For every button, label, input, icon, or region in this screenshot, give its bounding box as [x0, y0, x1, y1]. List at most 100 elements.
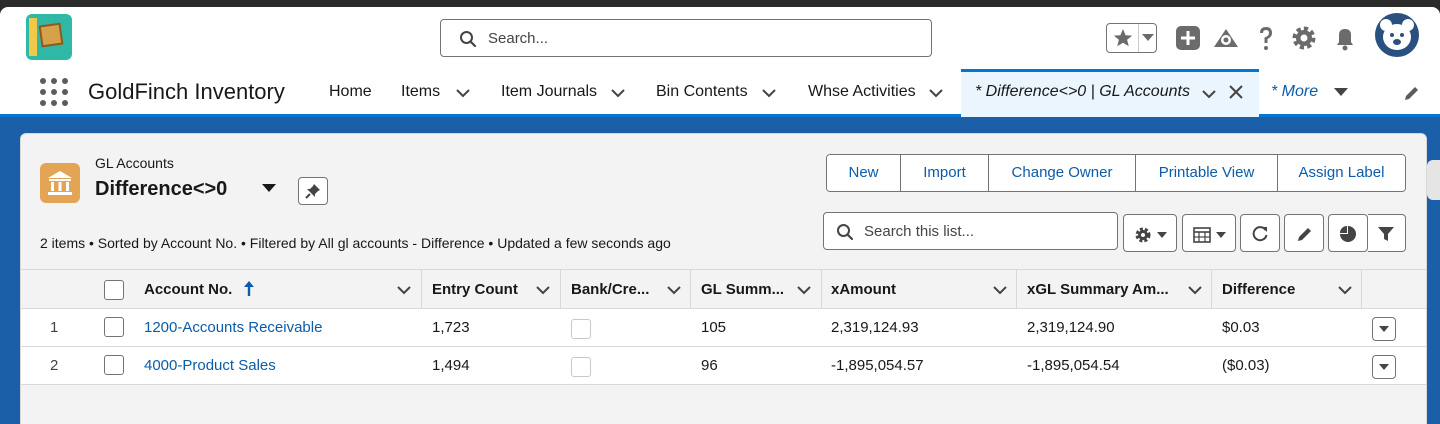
chevron-down-icon[interactable] [1188, 285, 1202, 295]
chevron-down-icon[interactable] [762, 88, 776, 98]
nav-more-menu[interactable]: * More [1271, 83, 1318, 101]
entry-count-cell: 1,723 [432, 319, 470, 336]
pin-list-button[interactable] [298, 177, 328, 205]
column-header-account-no[interactable]: Account No. [144, 270, 232, 310]
column-header-difference[interactable]: Difference [1222, 270, 1295, 310]
row-actions-button[interactable] [1372, 317, 1396, 341]
nav-item-items[interactable]: Items [401, 83, 440, 101]
notifications-bell-icon[interactable] [1330, 23, 1360, 53]
refresh-icon [1252, 226, 1268, 242]
account-link[interactable]: 1200-Accounts Receivable [144, 309, 322, 347]
list-action-buttons: New Import Change Owner Printable View A… [826, 154, 1406, 192]
row-select-checkbox[interactable] [104, 317, 124, 337]
app-navigation-bar: GoldFinch Inventory Home Items Item Jour… [0, 69, 1440, 117]
column-header-entry-count[interactable]: Entry Count [432, 270, 518, 310]
app-logo[interactable] [26, 14, 72, 60]
caret-down-icon [1379, 364, 1389, 370]
display-as-button[interactable] [1182, 214, 1236, 252]
favorites-button[interactable] [1106, 23, 1157, 53]
sort-ascending-arrow-icon[interactable] [244, 281, 254, 297]
chevron-down-icon[interactable] [1202, 89, 1216, 99]
chevron-down-icon[interactable] [611, 88, 625, 98]
tab-difference-gl-accounts[interactable]: * Difference<>0 | GL Accounts [961, 69, 1259, 117]
entry-count-cell: 1,494 [432, 357, 470, 374]
edit-nav-pencil-icon[interactable] [1403, 84, 1421, 102]
difference-cell: ($0.03) [1222, 357, 1270, 374]
search-list-placeholder: Search this list... [864, 223, 975, 240]
row-number: 2 [50, 357, 59, 374]
nav-item-bin-contents[interactable]: Bin Contents [656, 83, 748, 101]
difference-cell: $0.03 [1222, 319, 1260, 336]
chevron-down-icon[interactable] [397, 285, 411, 295]
printable-view-button[interactable]: Printable View [1135, 155, 1277, 191]
help-icon[interactable] [1251, 23, 1281, 53]
table-icon [1193, 227, 1211, 243]
row-select-checkbox[interactable] [104, 355, 124, 375]
user-avatar[interactable] [1375, 13, 1419, 57]
chevron-down-icon[interactable] [1338, 285, 1352, 295]
empty-list-area [21, 385, 1426, 424]
chevron-down-icon[interactable] [993, 285, 1007, 295]
gear-icon [1135, 227, 1151, 243]
gl-summ-cell: 105 [701, 319, 727, 336]
gl-summ-cell: 96 [701, 357, 718, 374]
chevron-down-icon[interactable] [667, 285, 681, 295]
add-icon[interactable] [1173, 23, 1203, 53]
column-header-gl-summ[interactable]: GL Summ... [701, 270, 784, 310]
search-placeholder: Search... [488, 30, 549, 47]
chevron-down-icon[interactable] [536, 285, 550, 295]
list-view-picker-caret-icon[interactable] [262, 184, 276, 193]
close-icon[interactable] [1229, 85, 1243, 99]
window-top-strip [0, 0, 1440, 7]
import-button[interactable]: Import [900, 155, 988, 191]
xamount-cell: -1,895,054.57 [831, 357, 924, 374]
trailhead-icon[interactable] [1211, 23, 1241, 53]
column-header-bank-cre[interactable]: Bank/Cre... [571, 270, 649, 310]
favorites-menu-chevron-icon[interactable] [1142, 34, 1154, 42]
filter-icon [1378, 227, 1394, 241]
table-row: 1 1200-Accounts Receivable 1,723 105 2,3… [21, 309, 1426, 347]
list-view-meta: 2 items • Sorted by Account No. • Filter… [40, 235, 671, 251]
change-owner-button[interactable]: Change Owner [988, 155, 1135, 191]
app-launcher-icon[interactable] [40, 78, 68, 106]
app-name: GoldFinch Inventory [88, 79, 285, 104]
assign-label-button[interactable]: Assign Label [1277, 155, 1405, 191]
nav-item-whse-activities[interactable]: Whse Activities [808, 83, 916, 101]
inline-edit-button[interactable] [1284, 214, 1324, 252]
global-search-input[interactable]: Search... [440, 19, 932, 57]
xgl-summary-cell: 2,319,124.90 [1027, 319, 1115, 336]
side-panel-toggle[interactable] [1427, 160, 1440, 200]
chevron-down-icon[interactable] [456, 88, 470, 98]
table-row: 2 4000-Product Sales 1,494 96 -1,895,054… [21, 347, 1426, 385]
xamount-cell: 2,319,124.93 [831, 319, 919, 336]
active-tab-label: * Difference<>0 | GL Accounts [975, 83, 1190, 100]
nav-item-home[interactable]: Home [329, 83, 372, 101]
caret-down-icon [1379, 326, 1389, 332]
list-view-controls-button[interactable] [1123, 214, 1177, 252]
nav-item-item-journals[interactable]: Item Journals [501, 83, 597, 101]
object-label: GL Accounts [95, 155, 174, 171]
row-number: 1 [50, 319, 59, 336]
pin-icon [305, 184, 320, 199]
account-link[interactable]: 4000-Product Sales [144, 347, 276, 385]
caret-down-icon[interactable] [1334, 88, 1348, 97]
setup-gear-icon[interactable] [1289, 23, 1319, 53]
select-all-checkbox[interactable] [104, 280, 124, 300]
caret-down-icon [1157, 232, 1167, 238]
chevron-down-icon[interactable] [929, 88, 943, 98]
new-button[interactable]: New [827, 155, 900, 191]
pencil-icon [1298, 228, 1311, 241]
bank-checkbox [571, 319, 591, 339]
filters-button[interactable] [1368, 214, 1406, 252]
list-view-title[interactable]: Difference<>0 [95, 178, 227, 201]
bank-checkbox [571, 357, 591, 377]
pie-chart-icon [1340, 226, 1356, 242]
charts-button[interactable] [1328, 214, 1368, 252]
search-list-input[interactable]: Search this list... [823, 212, 1118, 250]
row-actions-button[interactable] [1372, 355, 1396, 379]
refresh-button[interactable] [1240, 214, 1280, 252]
chevron-down-icon[interactable] [797, 285, 811, 295]
favorites-star-icon [1113, 29, 1133, 47]
column-header-xgl-summary-amount[interactable]: xGL Summary Am... [1027, 270, 1169, 310]
column-header-xamount[interactable]: xAmount [831, 270, 896, 310]
